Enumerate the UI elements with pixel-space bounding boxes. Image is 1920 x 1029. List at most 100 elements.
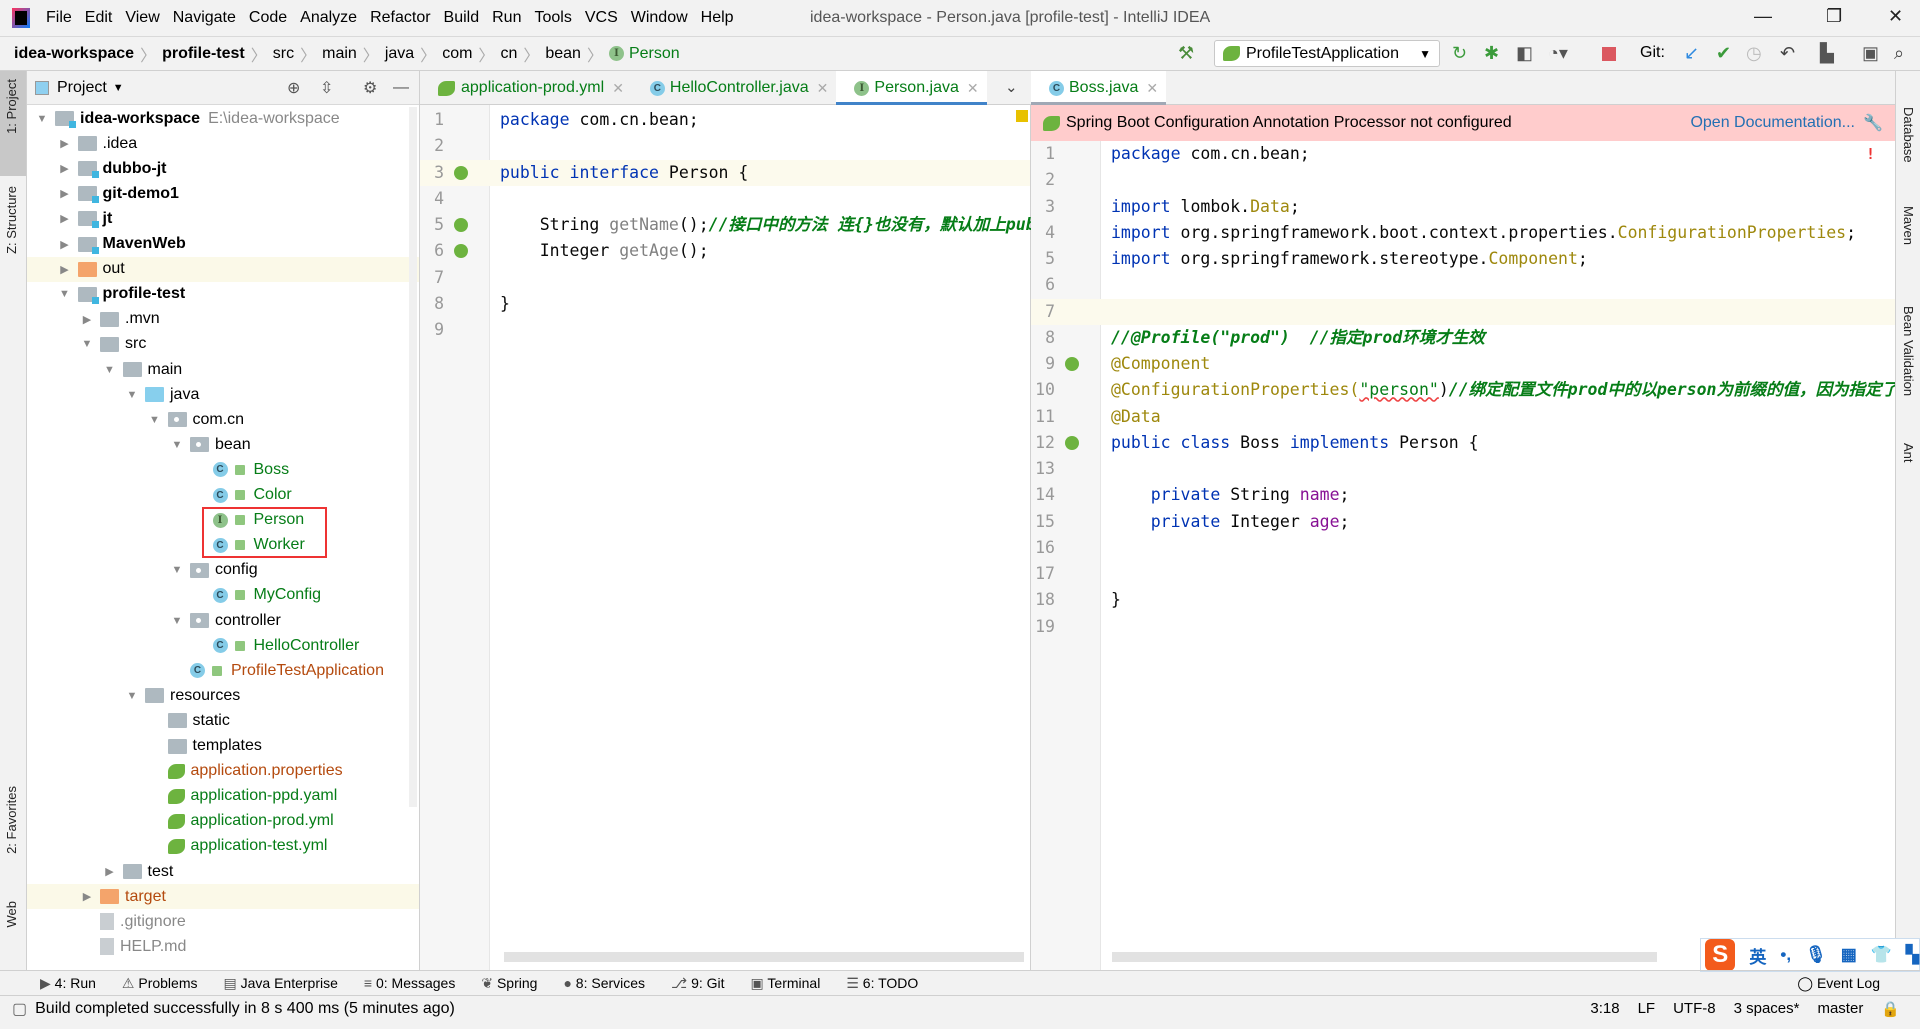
- keyboard-icon[interactable]: ▦: [1841, 945, 1857, 965]
- tree-item[interactable]: C MyConfig: [27, 583, 419, 608]
- hide-panel-icon[interactable]: —: [393, 79, 409, 97]
- run-configuration-select[interactable]: ProfileTestApplication ▼: [1214, 40, 1440, 67]
- breadcrumb-item[interactable]: profile-test: [162, 45, 245, 63]
- breadcrumb-item[interactable]: cn: [500, 45, 517, 63]
- search-icon[interactable]: ⌕: [1894, 43, 1904, 64]
- tree-item[interactable]: ▼ bean: [27, 432, 419, 457]
- tool-spring[interactable]: ❦ Spring: [481, 975, 537, 992]
- tree-item[interactable]: ▶ test: [27, 859, 419, 884]
- git-branch[interactable]: master: [1817, 1000, 1863, 1018]
- presentation-icon[interactable]: ▣: [1862, 43, 1879, 64]
- tab-bean-validation[interactable]: Bean Validation: [1901, 306, 1916, 396]
- tool-4-run[interactable]: ▶ 4: Run: [40, 975, 96, 992]
- breadcrumb-item[interactable]: main: [322, 45, 357, 63]
- line-separator[interactable]: LF: [1638, 1000, 1656, 1018]
- caret-position[interactable]: 3:18: [1590, 1000, 1619, 1018]
- collapsed-arrow-icon[interactable]: ▶: [58, 238, 72, 251]
- left-code-editor[interactable]: 1 package com.cn.bean; 2 3 public interface …: [420, 105, 1046, 970]
- breadcrumb-item[interactable]: bean: [545, 45, 581, 63]
- menu-file[interactable]: File: [46, 9, 72, 27]
- tab-application-prod-yml[interactable]: application-prod.yml ✕: [420, 71, 632, 105]
- spring-bean-icon[interactable]: [1065, 357, 1079, 371]
- minimize-button[interactable]: —: [1754, 6, 1772, 27]
- collapsed-arrow-icon[interactable]: ▶: [103, 865, 117, 878]
- tree-item[interactable]: ▶ target: [27, 884, 419, 910]
- tree-item[interactable]: C HelloController: [27, 633, 419, 658]
- collapsed-arrow-icon[interactable]: ▶: [58, 212, 72, 225]
- project-structure-icon[interactable]: ▙: [1820, 43, 1834, 64]
- tab-web[interactable]: Web: [4, 901, 19, 928]
- tree-item[interactable]: ▶ .idea: [27, 131, 419, 156]
- git-rollback-icon[interactable]: ↶: [1780, 43, 1795, 64]
- expanded-arrow-icon[interactable]: ▼: [103, 364, 117, 376]
- stop-icon[interactable]: [1602, 47, 1616, 61]
- expanded-arrow-icon[interactable]: ▼: [80, 338, 94, 350]
- tab-ant[interactable]: Ant: [1901, 443, 1916, 463]
- lock-icon[interactable]: 🔒: [1881, 1000, 1900, 1018]
- debug-bug-icon[interactable]: ✱: [1484, 43, 1499, 64]
- tree-item[interactable]: ▼ config: [27, 558, 419, 583]
- git-update-icon[interactable]: ↙: [1684, 43, 1699, 64]
- git-history-clock-icon[interactable]: ◷: [1746, 43, 1762, 64]
- menu-navigate[interactable]: Navigate: [173, 9, 236, 27]
- close-tab-icon[interactable]: ✕: [612, 80, 624, 97]
- tab-maven[interactable]: Maven: [1901, 206, 1916, 245]
- implemented-by-icon[interactable]: [454, 165, 468, 180]
- menu-edit[interactable]: Edit: [85, 9, 113, 27]
- tab-boss-java[interactable]: C Boss.java ✕: [1031, 71, 1167, 106]
- tree-item[interactable]: ▶ .mvn: [27, 307, 419, 332]
- breadcrumb-item[interactable]: src: [273, 45, 294, 63]
- tool-8-services[interactable]: ● 8: Services: [563, 975, 645, 992]
- tree-item[interactable]: ▼ resources: [27, 683, 419, 708]
- expanded-arrow-icon[interactable]: ▼: [125, 690, 139, 702]
- tree-item[interactable]: ▼ com.cn: [27, 407, 419, 432]
- tree-item[interactable]: ▼ java: [27, 382, 419, 407]
- tree-item[interactable]: C ProfileTestApplication: [27, 658, 419, 683]
- tab-project[interactable]: 1: Project: [4, 79, 19, 134]
- menu-window[interactable]: Window: [631, 9, 688, 27]
- menu-tools[interactable]: Tools: [534, 9, 571, 27]
- toolbox-icon[interactable]: ▚: [1906, 945, 1919, 965]
- close-tab-icon[interactable]: ✕: [817, 80, 829, 97]
- left-horizontal-scrollbar[interactable]: [504, 952, 1024, 962]
- menu-view[interactable]: View: [125, 9, 159, 27]
- tree-item[interactable]: C Worker: [27, 533, 419, 558]
- tree-item[interactable]: C Color: [27, 483, 419, 508]
- tree-item[interactable]: ▶ out: [27, 256, 419, 282]
- tab-person-java[interactable]: I Person.java ✕: [836, 71, 987, 106]
- right-code-editor[interactable]: ! 1 package com.cn.bean; 2 3 import lombok.D…: [1031, 141, 1908, 970]
- warning-marker[interactable]: [1016, 110, 1028, 122]
- open-documentation-link[interactable]: Open Documentation...: [1690, 114, 1855, 132]
- rerun-icon[interactable]: ↻: [1452, 43, 1467, 64]
- expanded-arrow-icon[interactable]: ▼: [170, 564, 184, 576]
- implemented-method-icon[interactable]: [454, 244, 468, 259]
- menu-build[interactable]: Build: [444, 9, 480, 27]
- tree-item[interactable]: C Boss: [27, 457, 419, 482]
- project-view-select[interactable]: Project: [57, 79, 107, 97]
- menu-help[interactable]: Help: [701, 9, 734, 27]
- status-toggle-icon[interactable]: ▢: [12, 999, 27, 1019]
- tabs-overflow-chevron-icon[interactable]: ⌄: [1005, 78, 1018, 96]
- expanded-arrow-icon[interactable]: ▼: [35, 113, 49, 125]
- tree-item[interactable]: application-prod.yml: [27, 809, 419, 834]
- profile-icon[interactable]: ◔▾: [1548, 43, 1568, 64]
- tree-item[interactable]: ▼ src: [27, 332, 419, 357]
- indent-setting[interactable]: 3 spaces*: [1734, 1000, 1800, 1018]
- ime-language[interactable]: 英: [1749, 943, 1766, 968]
- collapsed-arrow-icon[interactable]: ▶: [58, 137, 72, 150]
- tool-problems[interactable]: ⚠ Problems: [122, 975, 198, 992]
- menu-analyze[interactable]: Analyze: [300, 9, 357, 27]
- menu-run[interactable]: Run: [492, 9, 521, 27]
- punctuation-icon[interactable]: •,: [1780, 945, 1791, 965]
- menu-refactor[interactable]: Refactor: [370, 9, 430, 27]
- locate-target-icon[interactable]: ⊕: [287, 78, 300, 98]
- implements-icon[interactable]: [1065, 435, 1079, 450]
- tool-java-enterprise[interactable]: ▤ Java Enterprise: [224, 975, 338, 992]
- tree-item[interactable]: .gitignore: [27, 909, 419, 934]
- right-horizontal-scrollbar[interactable]: [1112, 952, 1657, 962]
- expanded-arrow-icon[interactable]: ▼: [125, 389, 139, 401]
- tree-scrollbar[interactable]: [409, 107, 417, 807]
- tree-item[interactable]: application-test.yml: [27, 834, 419, 859]
- tab-hellocontroller-java[interactable]: C HelloController.java ✕: [632, 71, 836, 105]
- collapsed-arrow-icon[interactable]: ▶: [58, 162, 72, 175]
